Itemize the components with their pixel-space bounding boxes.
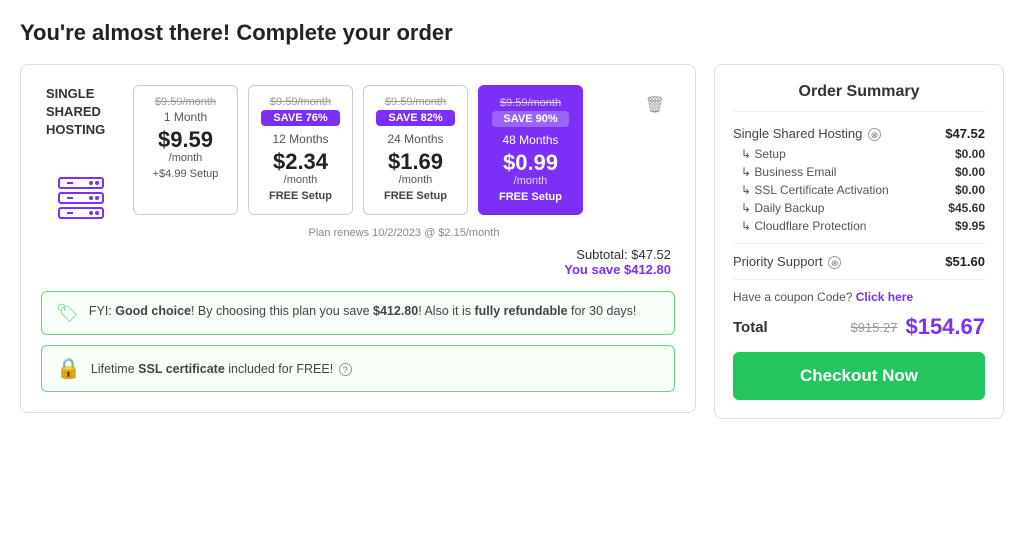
coupon-row: Have a coupon Code? Click here — [733, 290, 985, 304]
plan-card-1month[interactable]: $9.59/month 1 Month $9.59 /month +$4.99 … — [133, 85, 238, 215]
setup-12months: FREE Setup — [261, 190, 340, 202]
ssl-text: Lifetime SSL certificate included for FR… — [91, 362, 352, 376]
original-price-48months: $9.59/month — [492, 97, 569, 109]
trash-icon[interactable]: 🗑 — [645, 95, 665, 115]
fyi-box: 🏷 FYI: Good choice! By choosing this pla… — [41, 291, 675, 335]
summary-divider-2 — [733, 279, 985, 280]
total-row: Total $915.27 $154.67 — [733, 314, 985, 340]
sub-item-setup: ↳ Setup $0.00 — [733, 147, 985, 161]
original-price-24months: $9.59/month — [376, 96, 455, 108]
price-48months: $0.99 — [492, 151, 569, 175]
sub-item-daily-backup: ↳ Daily Backup $45.60 — [733, 201, 985, 215]
sub-item-cloudflare: ↳ Cloudflare Protection $9.95 — [733, 219, 985, 233]
page-title: You're almost there! Complete your order — [20, 20, 1004, 46]
save-badge-24months: SAVE 82% — [376, 110, 455, 126]
setup-24months: FREE Setup — [376, 190, 455, 202]
sub-item-ssl-activation: ↳ SSL Certificate Activation $0.00 — [733, 183, 985, 197]
per-month-24months: /month — [376, 174, 455, 186]
plan-renews-note: Plan renews 10/2/2023 @ $2.15/month — [133, 227, 675, 239]
per-month-12months: /month — [261, 174, 340, 186]
summary-divider-1 — [733, 243, 985, 244]
priority-info-icon[interactable]: ⊗ — [828, 256, 841, 269]
coupon-link[interactable]: Click here — [856, 290, 913, 304]
summary-main-item: Single Shared Hosting ⊗ $47.52 — [733, 126, 985, 141]
plan-label: SINGLESHAREDHOSTING — [46, 85, 116, 140]
ssl-box: 🔒 Lifetime SSL certificate included for … — [41, 345, 675, 392]
main-item-price: $47.52 — [945, 126, 985, 141]
original-price-12months: $9.59/month — [261, 96, 340, 108]
subtotal-row: Subtotal: $47.52 You save $412.80 — [133, 247, 675, 277]
duration-24months: 24 Months — [376, 132, 455, 146]
plan-card-24months[interactable]: $9.59/month SAVE 82% 24 Months $1.69 /mo… — [363, 85, 468, 215]
total-prices: $915.27 $154.67 — [850, 314, 985, 340]
savings-text: You save $412.80 — [564, 262, 671, 277]
price-1month: $9.59 — [146, 128, 225, 152]
subtotal-label: Subtotal: — [576, 247, 627, 262]
fyi-text: FYI: Good choice! By choosing this plan … — [89, 302, 637, 321]
plan-card-12months[interactable]: $9.59/month SAVE 76% 12 Months $2.34 /mo… — [248, 85, 353, 215]
order-summary-title: Order Summary — [733, 83, 985, 112]
per-month-48months: /month — [492, 175, 569, 187]
per-month-1month: /month — [146, 152, 225, 164]
hosting-icon — [53, 170, 109, 236]
left-panel: SINGLESHAREDHOSTING — [20, 64, 696, 413]
main-layout: SINGLESHAREDHOSTING — [20, 64, 1004, 419]
duration-12months: 12 Months — [261, 132, 340, 146]
original-price-1month: $9.59/month — [146, 96, 225, 108]
plan-card-48months[interactable]: $9.59/month SAVE 90% 48 Months $0.99 /mo… — [478, 85, 583, 215]
ssl-info-icon[interactable]: ? — [339, 363, 352, 376]
setup-48months: FREE Setup — [492, 191, 569, 203]
total-label: Total — [733, 319, 768, 336]
subtotal-value: $47.52 — [631, 247, 671, 262]
duration-1month: 1 Month — [146, 110, 225, 124]
priority-support-line: Priority Support ⊗ $51.60 — [733, 254, 985, 269]
original-total: $915.27 — [850, 320, 897, 335]
setup-1month: +$4.99 Setup — [146, 168, 225, 180]
main-item-label: Single Shared Hosting ⊗ — [733, 126, 881, 141]
subtotal-text: Subtotal: $47.52 — [576, 247, 671, 262]
save-badge-48months: SAVE 90% — [492, 111, 569, 127]
coupon-text: Have a coupon Code? — [733, 290, 852, 304]
checkout-button[interactable]: Checkout Now — [733, 352, 985, 400]
price-12months: $2.34 — [261, 150, 340, 174]
order-summary-panel: Order Summary Single Shared Hosting ⊗ $4… — [714, 64, 1004, 419]
shield-icon: 🔒 — [56, 356, 81, 381]
duration-48months: 48 Months — [492, 133, 569, 147]
sub-item-business-email: ↳ Business Email $0.00 — [733, 165, 985, 179]
tag-icon: 🏷 — [56, 303, 79, 324]
plan-options: $9.59/month 1 Month $9.59 /month +$4.99 … — [133, 85, 675, 215]
main-item-info-icon[interactable]: ⊗ — [868, 128, 881, 141]
plan-section: SINGLESHAREDHOSTING — [41, 85, 675, 277]
price-24months: $1.69 — [376, 150, 455, 174]
save-badge-12months: SAVE 76% — [261, 110, 340, 126]
priority-support-label: Priority Support ⊗ — [733, 254, 841, 269]
final-total: $154.67 — [905, 314, 985, 340]
priority-support-price: $51.60 — [945, 254, 985, 269]
